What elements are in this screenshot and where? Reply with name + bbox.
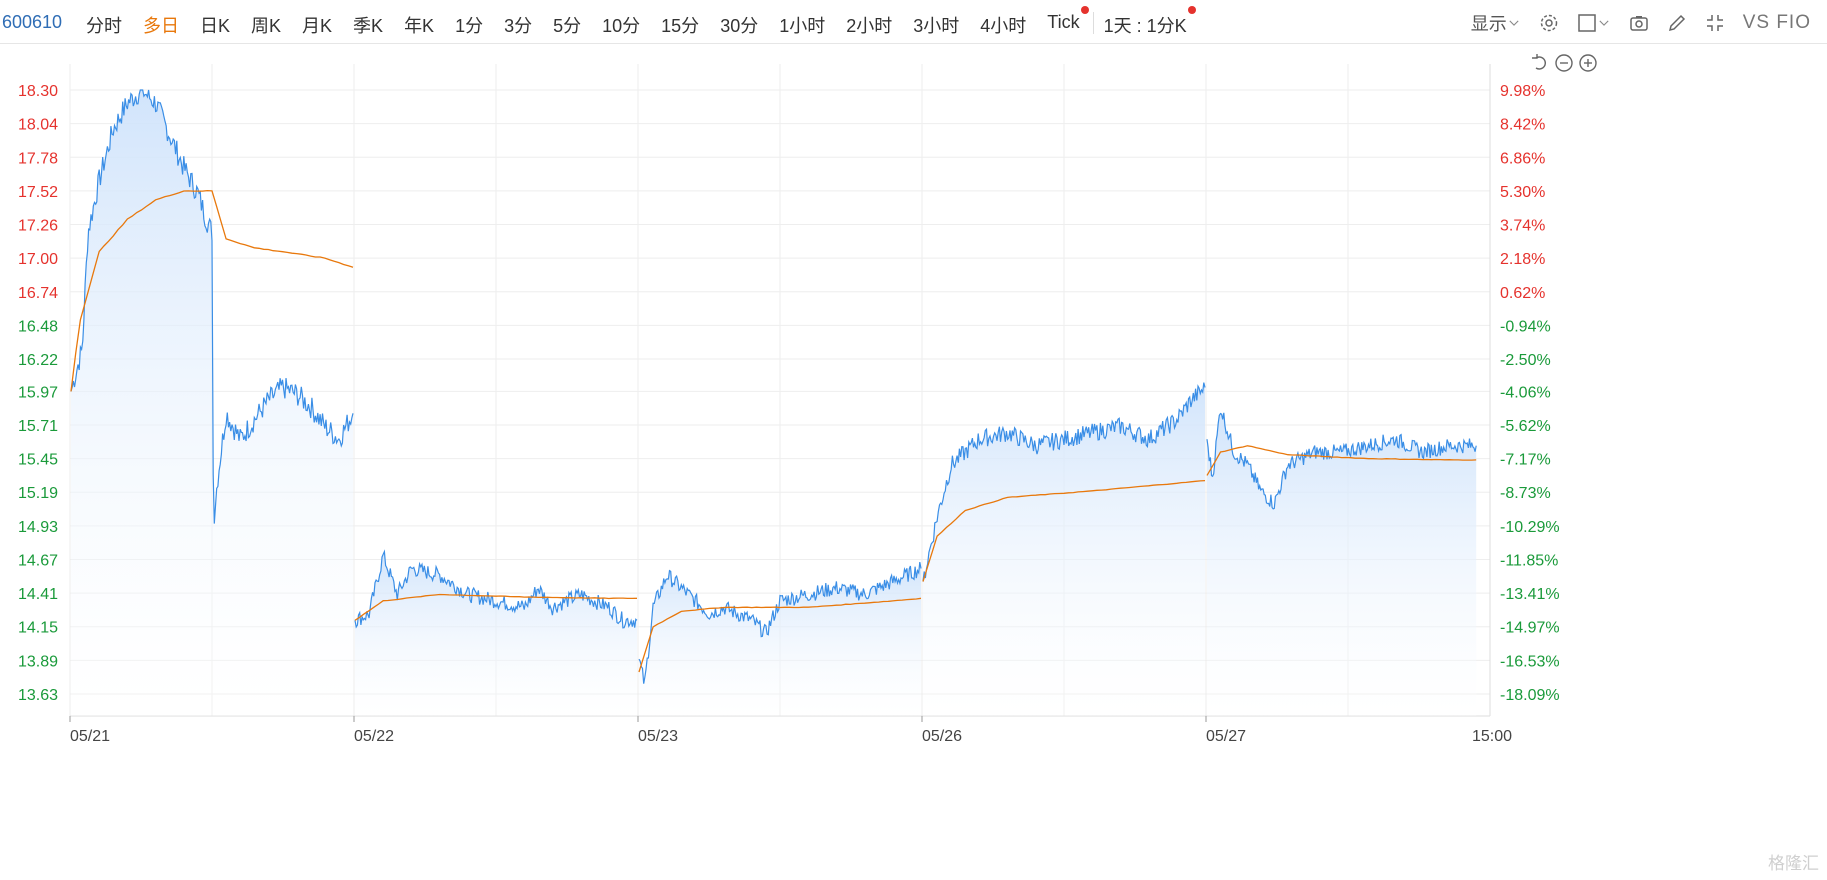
pct-tick-label: -8.73% <box>1500 485 1551 502</box>
pct-tick-label: -10.29% <box>1500 519 1560 536</box>
tab-9[interactable]: 5分 <box>553 12 581 38</box>
watermark: 格隆汇 <box>1768 854 1819 873</box>
tab-16[interactable]: 4小时 <box>980 12 1026 38</box>
tab-2[interactable]: 日K <box>200 12 230 38</box>
y-tick-label: 14.67 <box>18 552 58 569</box>
tab-5[interactable]: 季K <box>353 12 383 38</box>
zoom-out-icon[interactable] <box>1555 54 1573 72</box>
checkbox-icon <box>1577 14 1596 32</box>
pct-tick-label: -13.41% <box>1500 586 1560 603</box>
y-tick-label: 16.74 <box>18 285 58 302</box>
pct-tick-label: 9.98% <box>1500 83 1545 100</box>
tab-7[interactable]: 1分 <box>455 12 483 38</box>
pct-tick-label: -5.62% <box>1500 418 1551 435</box>
toolbar-right: 显示 VS FIO <box>1453 10 1811 36</box>
zoom-in-icon[interactable] <box>1579 54 1597 72</box>
tab-10[interactable]: 10分 <box>602 12 640 38</box>
stock-code: 600610 <box>2 12 63 32</box>
snapshot-button[interactable] <box>1629 13 1649 33</box>
pencil-icon <box>1668 14 1685 32</box>
tab-8[interactable]: 3分 <box>504 12 532 38</box>
undo-icon[interactable] <box>1532 54 1546 70</box>
tab-15[interactable]: 3小时 <box>913 12 959 38</box>
y-tick-label: 15.71 <box>18 418 58 435</box>
pct-tick-label: -16.53% <box>1500 653 1560 670</box>
pct-tick-label: -11.85% <box>1500 552 1558 569</box>
display-label: 显示 <box>1470 14 1507 34</box>
tab-14[interactable]: 2小时 <box>846 12 892 38</box>
pct-tick-label: 3.74% <box>1500 218 1545 235</box>
y-tick-label: 18.04 <box>18 117 58 134</box>
tab-separator <box>1092 12 1094 34</box>
pct-tick-label: 6.86% <box>1500 150 1545 167</box>
y-tick-label: 15.19 <box>18 485 58 502</box>
tab-4[interactable]: 月K <box>302 12 332 38</box>
tab-1[interactable]: 多日 <box>143 12 179 38</box>
y-tick-label: 14.93 <box>18 519 58 536</box>
y-tick-label: 14.15 <box>18 620 58 637</box>
tab-0[interactable]: 分时 <box>86 12 122 38</box>
y-tick-label: 13.63 <box>18 687 58 704</box>
pct-tick-label: -14.97% <box>1500 620 1560 637</box>
y-tick-label: 15.45 <box>18 452 58 469</box>
notify-dot <box>1187 6 1196 14</box>
pct-tick-label: -7.17% <box>1500 452 1551 469</box>
y-tick-label: 17.26 <box>18 218 58 235</box>
pct-tick-label: -0.94% <box>1500 318 1551 335</box>
display-menu[interactable]: 显示 <box>1471 10 1521 36</box>
period-select[interactable]: 1天 : 1分K <box>1104 6 1196 38</box>
intraday-chart[interactable]: 18.30 9.98% 18.04 8.42% 17.78 6.86% 17.52 5.30%… <box>0 44 1827 880</box>
period-tabs: 分时 多日 日K 周K 月K 季K 年K 1分 3分 5分 10分 15分 30分 1小时 2小时 3小时 4小… <box>86 6 1208 38</box>
x-end-label: 15:00 <box>1472 728 1512 745</box>
y-tick-label: 17.52 <box>18 184 58 201</box>
chart-toolbar: 600610 分时 多日 日K 周K 月K 季K 年K 1分 3分 5分 10分 15分 30分 1小时 2… <box>0 0 1827 44</box>
y-tick-label: 17.78 <box>18 150 58 167</box>
layout-select[interactable] <box>1577 13 1611 33</box>
x-tick-label: 05/21 <box>70 728 110 745</box>
fullscreen-button[interactable] <box>1705 13 1725 33</box>
camera-icon <box>1629 16 1648 31</box>
settings-button[interactable] <box>1539 13 1559 33</box>
compress-icon <box>1706 15 1723 31</box>
x-tick-label: 05/27 <box>1206 728 1246 745</box>
chevron-down-icon <box>1599 20 1609 26</box>
tab-6[interactable]: 年K <box>404 12 434 38</box>
tab-12[interactable]: 30分 <box>720 12 758 38</box>
y-tick-label: 16.22 <box>18 352 58 369</box>
y-tick-label: 13.89 <box>18 653 58 670</box>
y-tick-label: 17.00 <box>18 251 58 268</box>
pct-tick-label: -4.06% <box>1500 384 1551 401</box>
y-tick-label: 16.48 <box>18 318 58 335</box>
pct-tick-label: 5.30% <box>1500 184 1545 201</box>
vs-compare[interactable]: VS FIO <box>1743 12 1811 34</box>
y-tick-label: 15.97 <box>18 384 58 401</box>
tab-11[interactable]: 15分 <box>661 12 699 38</box>
pct-tick-label: -2.50% <box>1500 352 1551 369</box>
y-tick-label: 18.30 <box>18 83 58 100</box>
tab-17[interactable]: Tick <box>1047 6 1089 38</box>
pct-tick-label: 2.18% <box>1500 251 1545 268</box>
price-series <box>70 89 1477 716</box>
pct-tick-label: -18.09% <box>1500 687 1560 704</box>
chevron-down-icon <box>1509 20 1519 26</box>
notify-dot <box>1080 6 1089 14</box>
pct-tick-label: 8.42% <box>1500 117 1545 134</box>
x-tick-label: 05/22 <box>354 728 394 745</box>
draw-button[interactable] <box>1667 13 1687 33</box>
tab-13[interactable]: 1小时 <box>779 12 825 38</box>
pct-tick-label: 0.62% <box>1500 285 1545 302</box>
tab-3[interactable]: 周K <box>251 12 281 38</box>
chart-controls <box>1532 54 1597 72</box>
y-tick-label: 14.41 <box>18 586 58 603</box>
x-tick-label: 05/26 <box>922 728 962 745</box>
x-tick-label: 05/23 <box>638 728 678 745</box>
gear-icon <box>1540 14 1557 32</box>
